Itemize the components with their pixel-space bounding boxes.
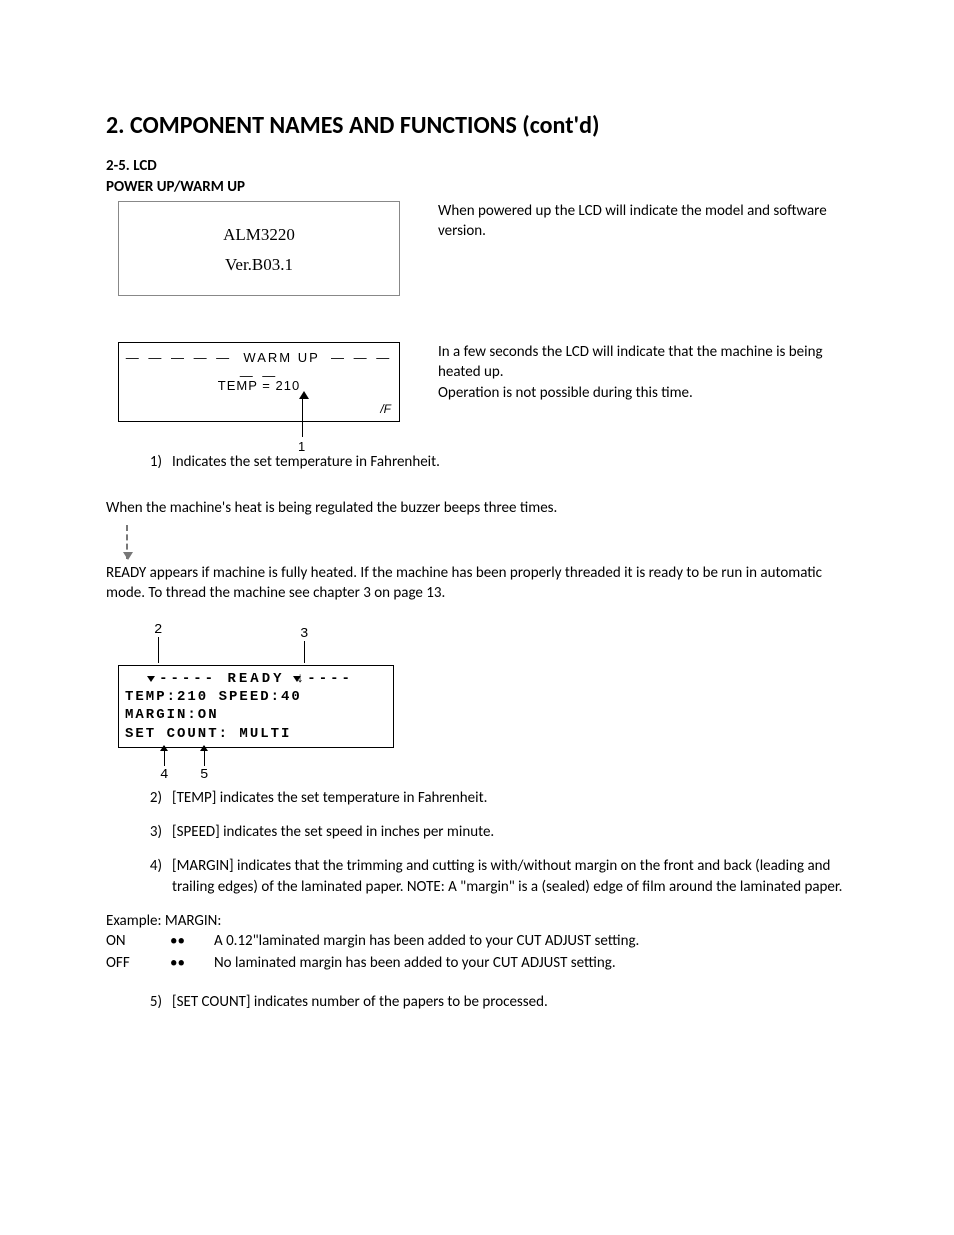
ready-para: READY appears if machine is fully heated… — [106, 563, 848, 604]
section-title: POWER UP/WARM UP — [106, 177, 848, 197]
buzzer-para: When the machine's heat is being regulat… — [106, 498, 848, 518]
arrow-up-icon — [299, 391, 309, 399]
callout-5: 5 — [200, 766, 208, 785]
dashed-arrow-down-icon — [126, 525, 129, 559]
item-1-text: Indicates the set temperature in Fahrenh… — [172, 452, 440, 472]
warmup-unit: /F — [380, 401, 391, 417]
lcd-ready-diagram: 2 3 ----- READY ↓---- TEMP:210 SPEED:40 … — [118, 623, 408, 782]
lcd-model: ALM3220 — [119, 220, 399, 251]
bullet-icon: •• — [170, 953, 190, 973]
ready-line4: SET COUNT: MULTI — [125, 725, 387, 743]
section-number: 2-5. LCD — [106, 156, 848, 176]
ready-line3: MARGIN:ON — [125, 706, 387, 724]
warmup-desc-b: Operation is not possible during this ti… — [438, 383, 848, 403]
powerup-description: When powered up the LCD will indicate th… — [438, 201, 848, 242]
warmup-title: WARM UP — [243, 350, 319, 365]
example-label: Example: MARGIN: — [106, 911, 848, 931]
example-on: ON — [106, 931, 146, 951]
item-4-text: [MARGIN] indicates that the trimming and… — [172, 856, 848, 897]
ready-line2: TEMP:210 SPEED:40 — [125, 688, 387, 706]
item-2-num: 2) — [142, 788, 162, 808]
page-title: 2. COMPONENT NAMES AND FUNCTIONS (cont'd… — [106, 110, 848, 142]
example-off-text: No laminated margin has been added to yo… — [214, 953, 616, 973]
item-2-text: [TEMP] indicates the set temperature in … — [172, 788, 487, 808]
item-5-num: 5) — [142, 992, 162, 1012]
bullet-icon: •• — [170, 931, 190, 951]
callout-4: 4 — [160, 766, 168, 785]
warmup-desc-a: In a few seconds the LCD will indicate t… — [438, 342, 848, 383]
example-on-text: A 0.12"laminated margin has been added t… — [214, 931, 639, 951]
warmup-temp: TEMP = 210 — [119, 377, 399, 395]
example-off: OFF — [106, 953, 146, 973]
item-1-num: 1) — [142, 452, 162, 472]
dash-left: — — — — — — [126, 350, 232, 365]
callout-1: 1 — [298, 438, 305, 456]
item-4-num: 4) — [142, 856, 162, 897]
item-3-text: [SPEED] indicates the set speed in inche… — [172, 822, 494, 842]
item-3-num: 3) — [142, 822, 162, 842]
ready-line1: ----- READY ↓---- — [125, 670, 387, 688]
lcd-warmup-diagram: — — — — — WARM UP — — — — — TEMP = 210 /… — [118, 342, 400, 422]
arrow-stem — [302, 397, 303, 437]
lcd-powerup-box: ALM3220 Ver.B03.1 — [118, 201, 400, 296]
lcd-version: Ver.B03.1 — [119, 250, 399, 281]
item-5-text: [SET COUNT] indicates number of the pape… — [172, 992, 548, 1012]
